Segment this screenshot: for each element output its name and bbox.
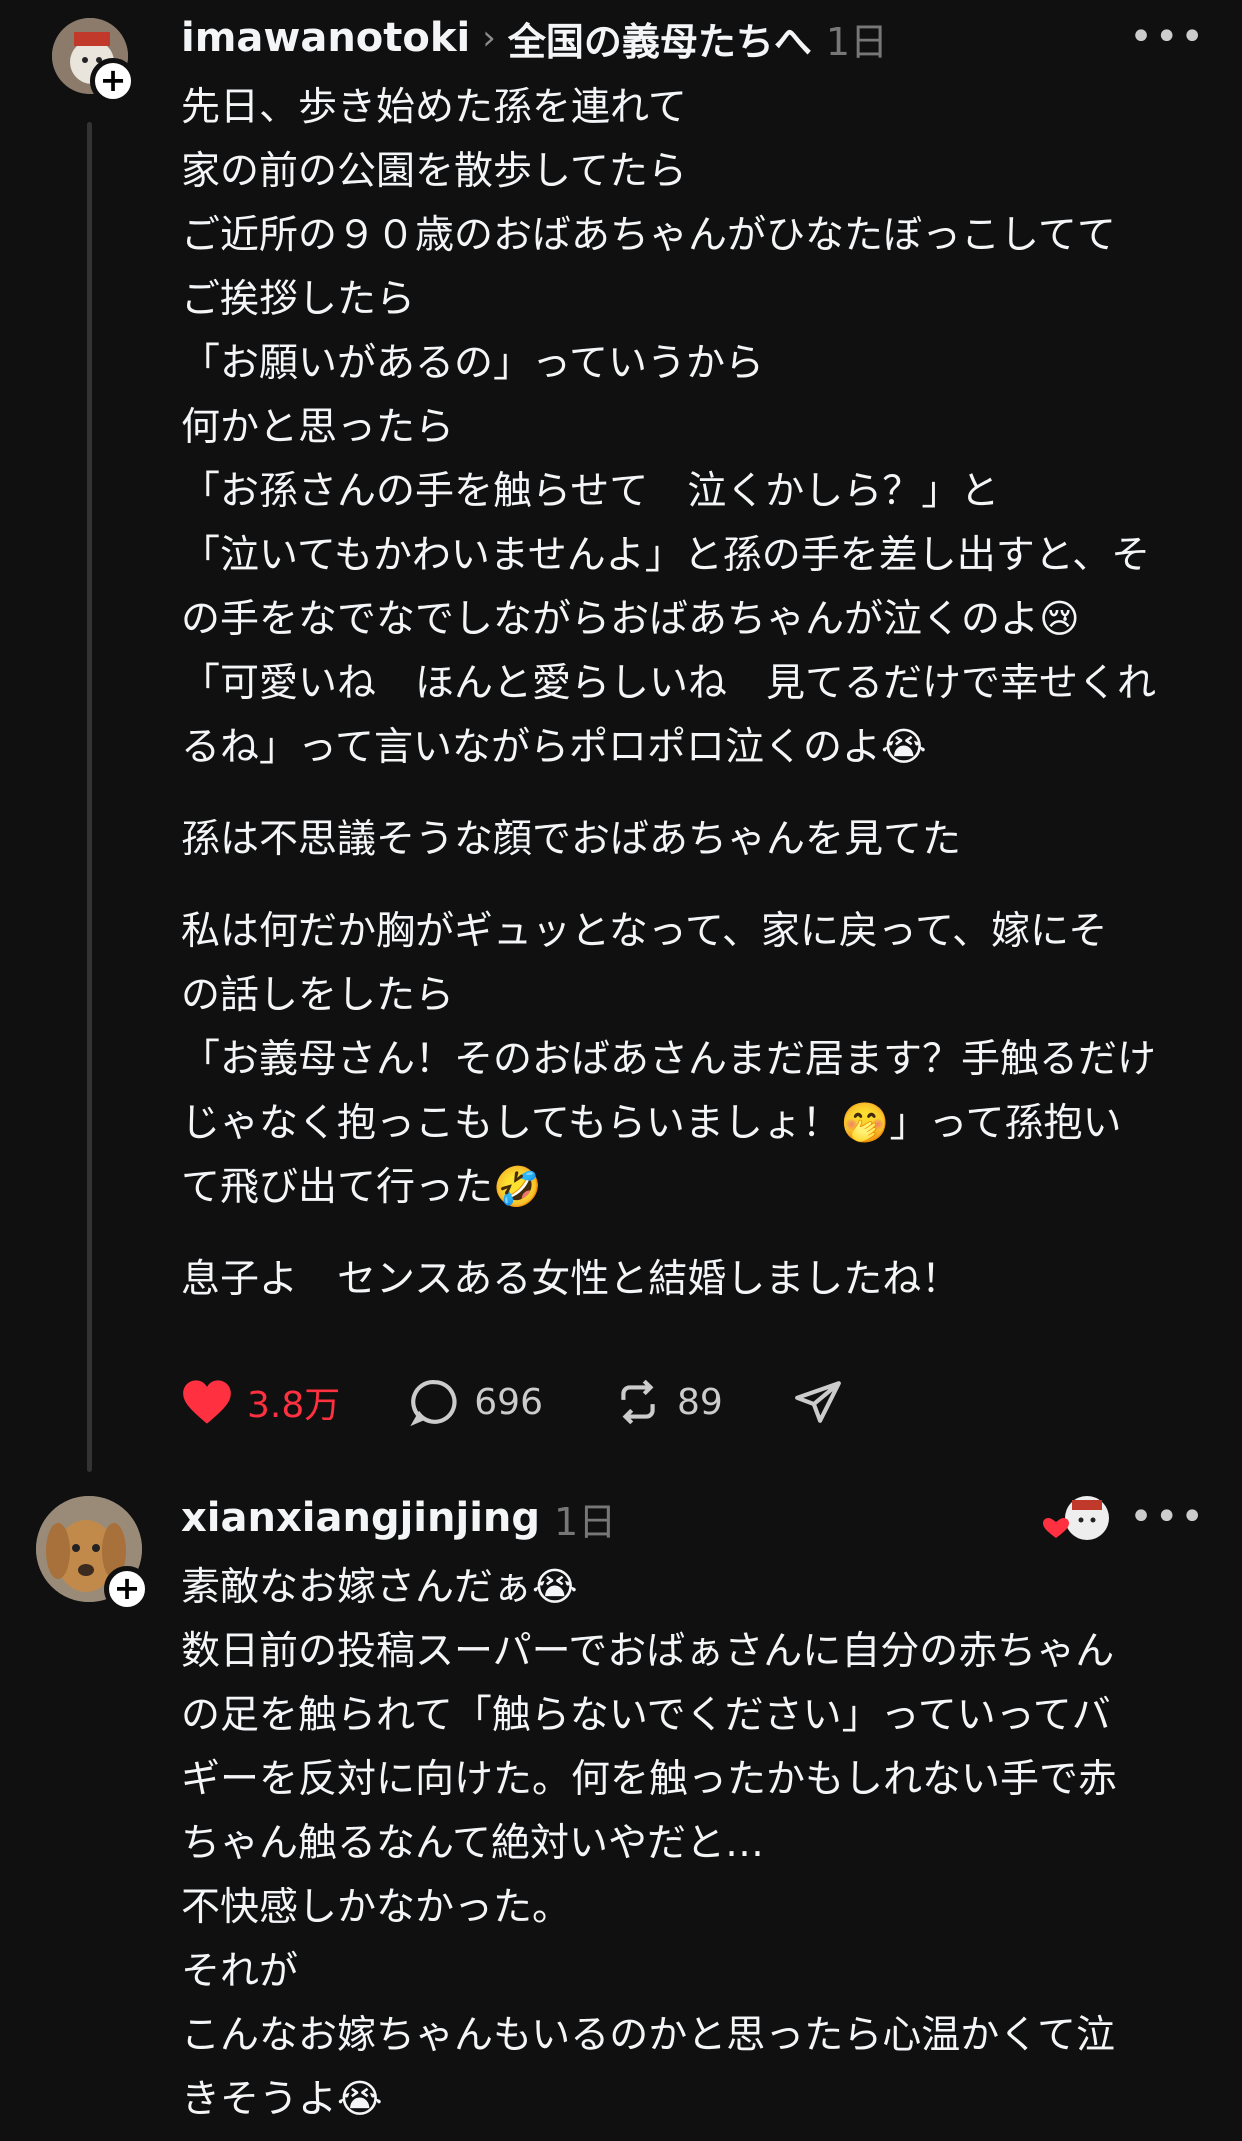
post-line: 「泣いてもかわいませんよ」と孫の手を差し出すと、そ: [181, 533, 1151, 578]
post-header: imawanotoki › 全国の義母たちへ 1日: [181, 8, 888, 68]
reply-line: 数日前の投稿スーパーでおばぁさんに自分の赤ちゃん: [181, 1629, 1115, 1674]
post-line: じゃなく抱っこもしてもらいましょ！🤭」って孫抱い: [181, 1101, 1122, 1146]
comment-icon: [410, 1380, 457, 1427]
post-line: の話しをしたら: [181, 973, 455, 1018]
repost-icon: [621, 1379, 655, 1425]
post-line: 息子よ センスある女性と結婚しましたね！: [181, 1257, 961, 1302]
post-body: 先日、歩き始めた孫を連れて 家の前の公園を散歩してたら ご近所の９０歳のおばあち…: [181, 76, 1211, 1312]
share-button[interactable]: [793, 1377, 857, 1427]
post-line: 「お願いがあるの」っていうから: [181, 341, 765, 386]
comment-button[interactable]: 696: [410, 1377, 543, 1427]
post-line: 「お義母さん！そのおばあさんまだ居ます？手触るだけ: [181, 1037, 1157, 1082]
follow-plus-icon[interactable]: +: [90, 58, 136, 104]
reply-line: 素敵なお嫁さんだぁ😭: [181, 1565, 578, 1610]
post-line: 孫は不思議そうな顔でおばあちゃんを見てた: [181, 817, 962, 862]
more-icon[interactable]: •••: [1129, 14, 1206, 60]
chevron-right-icon: ›: [482, 18, 496, 58]
post-username[interactable]: imawanotoki: [181, 15, 470, 61]
post-line: るね」って言いながらポロポロ泣くのよ😭: [181, 725, 927, 770]
post-time: 1日: [825, 19, 889, 64]
post-line: 先日、歩き始めた孫を連れて: [181, 85, 687, 130]
reply-line: 不快感しかなかった。: [181, 1885, 572, 1930]
post-line: 私は何だか胸がギュッとなって、家に戻って、嫁にそ: [181, 909, 1108, 954]
reply-line: ギーを反対に向けた。何を触ったかもしれない手で赤: [181, 1757, 1118, 1802]
like-button[interactable]: 3.8万: [181, 1376, 340, 1428]
post-line: ご挨拶したら: [181, 277, 416, 322]
reply-line: ちゃん触るなんて絶対いやだと…: [181, 1821, 765, 1866]
post-actions: 3.8万 696 89: [181, 1376, 927, 1428]
repost-count: 89: [676, 1381, 723, 1423]
post-line: 何かと思ったら: [181, 405, 455, 450]
reply-header: xianxiangjinjing 1日: [181, 1488, 616, 1548]
comment-count: 696: [474, 1381, 543, 1423]
reply-body: 素敵なお嫁さんだぁ😭 数日前の投稿スーパーでおばぁさんに自分の赤ちゃん の足を触…: [181, 1556, 1211, 2132]
reply-time: 1日: [554, 1499, 617, 1544]
reply-more-icon[interactable]: •••: [1129, 1494, 1206, 1540]
post-line: ご近所の９０歳のおばあちゃんがひなたぼっこしてて: [181, 213, 1116, 258]
reply-line: きそうよ😭: [181, 2077, 383, 2122]
like-count: 3.8万: [247, 1385, 341, 1426]
reply-line: の足を触られて「触らないでください」っていってバ: [181, 1693, 1111, 1738]
repost-button[interactable]: 89: [613, 1377, 723, 1427]
reply-username[interactable]: xianxiangjinjing: [181, 1495, 540, 1541]
post-topic[interactable]: 全国の義母たちへ: [508, 11, 812, 66]
reply-follow-plus-icon[interactable]: +: [104, 1566, 150, 1612]
reply-line: それが: [181, 1949, 299, 1994]
heart-icon: [183, 1380, 231, 1424]
thread-line: [87, 122, 92, 1472]
author-liked-badge: [1040, 1494, 1110, 1548]
post-line: 「お孫さんの手を触らせて 泣くかしら？」と: [181, 469, 1000, 514]
reply-line: こんなお嫁ちゃんもいるのかと思ったら心温かくて泣: [181, 2013, 1116, 2058]
share-icon: [794, 1381, 841, 1423]
post-line: て飛び出て行った🤣: [181, 1165, 542, 1210]
post-line: 「可愛いね ほんと愛らしいね 見てるだけで幸せくれ: [181, 661, 1157, 706]
post-line: の手をなでなでしながらおばあちゃんが泣くのよ😢: [181, 597, 1080, 642]
post-line: 家の前の公園を散歩してたら: [181, 149, 687, 194]
